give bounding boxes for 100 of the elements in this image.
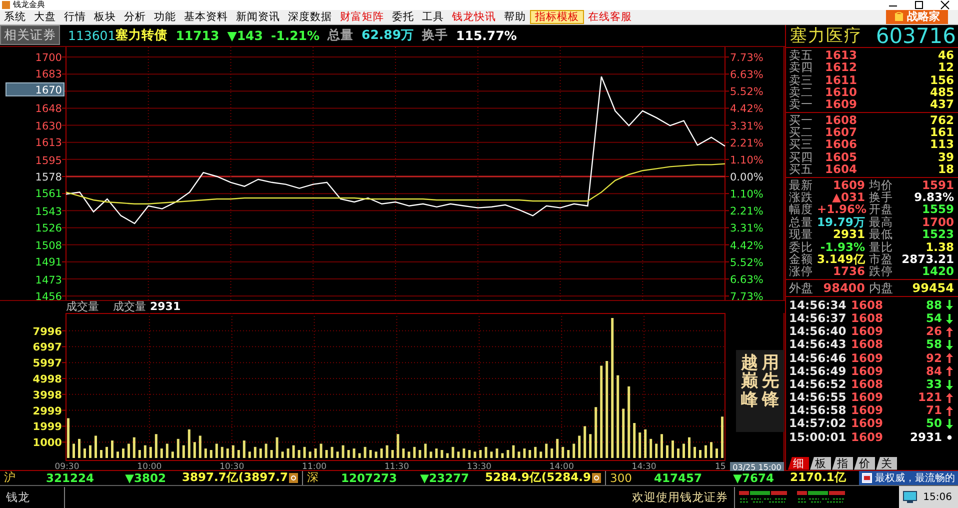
volume-bar — [462, 448, 466, 458]
stat-value: 19.79万 — [817, 216, 866, 228]
volume-bar — [220, 446, 224, 458]
axis-label: 1700 — [35, 52, 62, 64]
trade-price: 1609 — [851, 404, 884, 418]
index-amount: 3897.7亿(3897.7 — [182, 470, 288, 485]
menu-item[interactable]: 行情 — [60, 10, 90, 24]
order-label: 卖四 — [789, 61, 814, 74]
detail-tab[interactable]: 价 — [854, 456, 875, 470]
trade-volume: 88 — [924, 298, 942, 312]
stat-label: 最高 — [869, 216, 894, 228]
volume-bar — [358, 452, 361, 458]
trade-volume: 84 — [924, 364, 942, 378]
quote-value: 11713 — [176, 28, 220, 43]
stat-label: 幅度 — [789, 203, 814, 216]
market-breadth-icon — [739, 490, 790, 504]
order-label: 买三 — [789, 138, 814, 151]
volume-bar — [270, 450, 273, 458]
market-label: 300 — [609, 470, 632, 485]
volume-bar — [413, 446, 416, 458]
stat-label: 总量 — [789, 216, 814, 228]
volume-bar — [716, 448, 718, 458]
volume-bar — [204, 448, 207, 458]
detail-tab[interactable]: 板 — [810, 456, 831, 470]
menu-item[interactable]: 基本资料 — [180, 10, 232, 24]
order-price: 1608 — [824, 114, 857, 126]
menu-item[interactable]: 分析 — [120, 10, 150, 24]
news-text: 最权威，最流畅的 — [875, 472, 955, 485]
menu-item[interactable]: 钱龙快讯 — [448, 10, 500, 24]
order-label: 买一 — [789, 114, 814, 126]
order-volume: 485 — [928, 86, 954, 98]
trade-time: 14:56:40 — [789, 325, 848, 338]
axis-label: 3998 — [32, 389, 62, 402]
menu-item[interactable]: 大盘 — [30, 10, 60, 24]
trade-price: 1609 — [851, 391, 884, 404]
close-icon[interactable] — [940, 0, 950, 10]
time-label: 11:00 — [302, 462, 327, 471]
trade-volume: 50 — [924, 417, 942, 431]
quote-value: ▼143 — [227, 28, 263, 43]
stat-value: 1609 — [832, 178, 866, 192]
monitor-icon[interactable] — [903, 491, 918, 503]
menu-item[interactable]: 功能 — [150, 10, 180, 24]
index-change: ▼7674 — [732, 470, 774, 485]
volume-bar — [128, 443, 130, 458]
axis-label: 1456 — [35, 290, 62, 300]
menu-item[interactable]: 在线客服 — [584, 10, 636, 24]
volume-bar — [540, 451, 542, 458]
order-price: 1612 — [824, 61, 857, 74]
maximize-icon[interactable] — [914, 0, 924, 10]
menu-item[interactable]: 新闻资讯 — [232, 10, 284, 24]
menu-item[interactable]: 财富矩阵 — [336, 10, 388, 24]
order-price: 1611 — [824, 74, 857, 86]
time-label: 10:00 — [137, 462, 162, 471]
detail-tab[interactable]: 细 — [788, 456, 809, 470]
cursor-price-label: 1670 — [6, 82, 64, 96]
percent-label: 7.73% — [730, 290, 764, 300]
stat-value: ▲031 — [831, 191, 866, 204]
volume-bar — [512, 445, 515, 458]
index-amount: 2170.1亿 — [790, 470, 846, 485]
percent-label: 1.10% — [730, 188, 764, 200]
trade-time: 15:00:01 — [789, 430, 848, 444]
volume-bar — [622, 408, 625, 458]
volume-bar — [468, 450, 471, 458]
trade-volume: 54 — [924, 312, 942, 326]
volume-bar — [545, 443, 548, 458]
detail-tab[interactable]: 关 — [876, 456, 897, 470]
axis-label: 1526 — [35, 222, 62, 234]
axis-label: 1561 — [35, 188, 62, 200]
volume-bar — [534, 446, 537, 458]
axis-label: 1473 — [35, 274, 62, 286]
trade-price: 1609 — [851, 430, 884, 444]
order-price: 1606 — [824, 138, 857, 151]
order-label: 卖一 — [789, 98, 814, 111]
volume-bar — [396, 434, 400, 458]
axis-label: 1683 — [35, 68, 62, 80]
menu-item[interactable]: 板块 — [90, 10, 120, 24]
menu-item[interactable]: 系统 — [0, 10, 30, 24]
trade-time: 14:56:34 — [789, 298, 848, 312]
volume-bar — [484, 446, 488, 458]
index-value: 321224 — [44, 470, 94, 485]
menu-item[interactable]: 帮助 — [500, 10, 530, 24]
order-volume: 762 — [928, 114, 954, 126]
detail-tab[interactable]: 指 — [832, 456, 853, 470]
volume-bar — [347, 450, 350, 458]
volume-bar — [298, 450, 300, 458]
menu-item[interactable]: 深度数据 — [284, 10, 336, 24]
menu-item[interactable]: 指标模板 — [530, 10, 584, 24]
related-securities-button[interactable]: 相关证券 — [0, 25, 60, 46]
volume-bar — [160, 448, 163, 458]
menu-item[interactable]: 工具 — [418, 10, 448, 24]
panel-title: 成交量 — [66, 299, 99, 314]
order-price: 1613 — [824, 48, 857, 62]
axis-label: 1000 — [32, 436, 62, 449]
menu-item[interactable]: 委托 — [388, 10, 418, 24]
axis-label: 1491 — [35, 256, 62, 268]
trade-volume: 2931 — [908, 430, 942, 444]
volume-bar — [352, 448, 356, 458]
volume-bar — [264, 443, 268, 458]
order-volume: 156 — [928, 74, 954, 86]
volume-bar — [336, 451, 339, 458]
